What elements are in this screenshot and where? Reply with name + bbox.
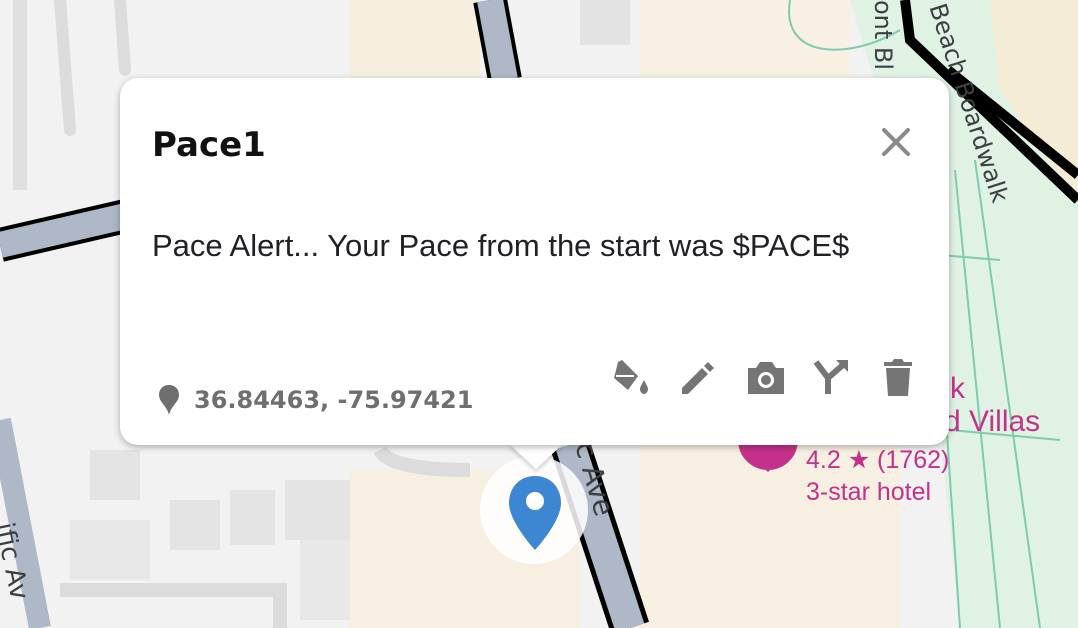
poi-name-line2[interactable]: d Villas xyxy=(944,405,1040,439)
camera-icon xyxy=(748,362,784,394)
popup-message: Pace Alert... Your Pace from the start w… xyxy=(152,228,850,263)
marker-info-popup: Pace1 Pace Alert... Your Pace from the s… xyxy=(120,78,949,445)
edit-button[interactable] xyxy=(674,354,722,402)
trash-icon xyxy=(884,359,912,396)
poi-category: 3-star hotel xyxy=(806,478,932,506)
location-marker-icon xyxy=(159,385,179,415)
fill-color-button[interactable] xyxy=(608,354,656,402)
popup-tail xyxy=(508,443,564,469)
coordinates-row: 36.84463, -75.97421 xyxy=(158,384,473,416)
close-icon xyxy=(882,128,910,156)
coordinates-text: 36.84463, -75.97421 xyxy=(194,386,474,414)
pencil-icon xyxy=(682,362,714,394)
directions-fork-icon xyxy=(813,360,848,394)
close-button[interactable] xyxy=(872,118,920,166)
poi-rating: 4.2 ★ (1762) xyxy=(806,446,950,474)
add-photo-button[interactable] xyxy=(742,354,790,402)
directions-button[interactable] xyxy=(808,354,856,402)
delete-button[interactable] xyxy=(874,354,922,402)
road-label-front-blvd: ont Bl xyxy=(869,0,897,71)
popup-title: Pace1 xyxy=(152,125,266,165)
poi-name-line1[interactable]: k xyxy=(950,372,965,406)
location-pin-icon[interactable] xyxy=(506,474,564,554)
paint-bucket-icon xyxy=(614,360,648,394)
